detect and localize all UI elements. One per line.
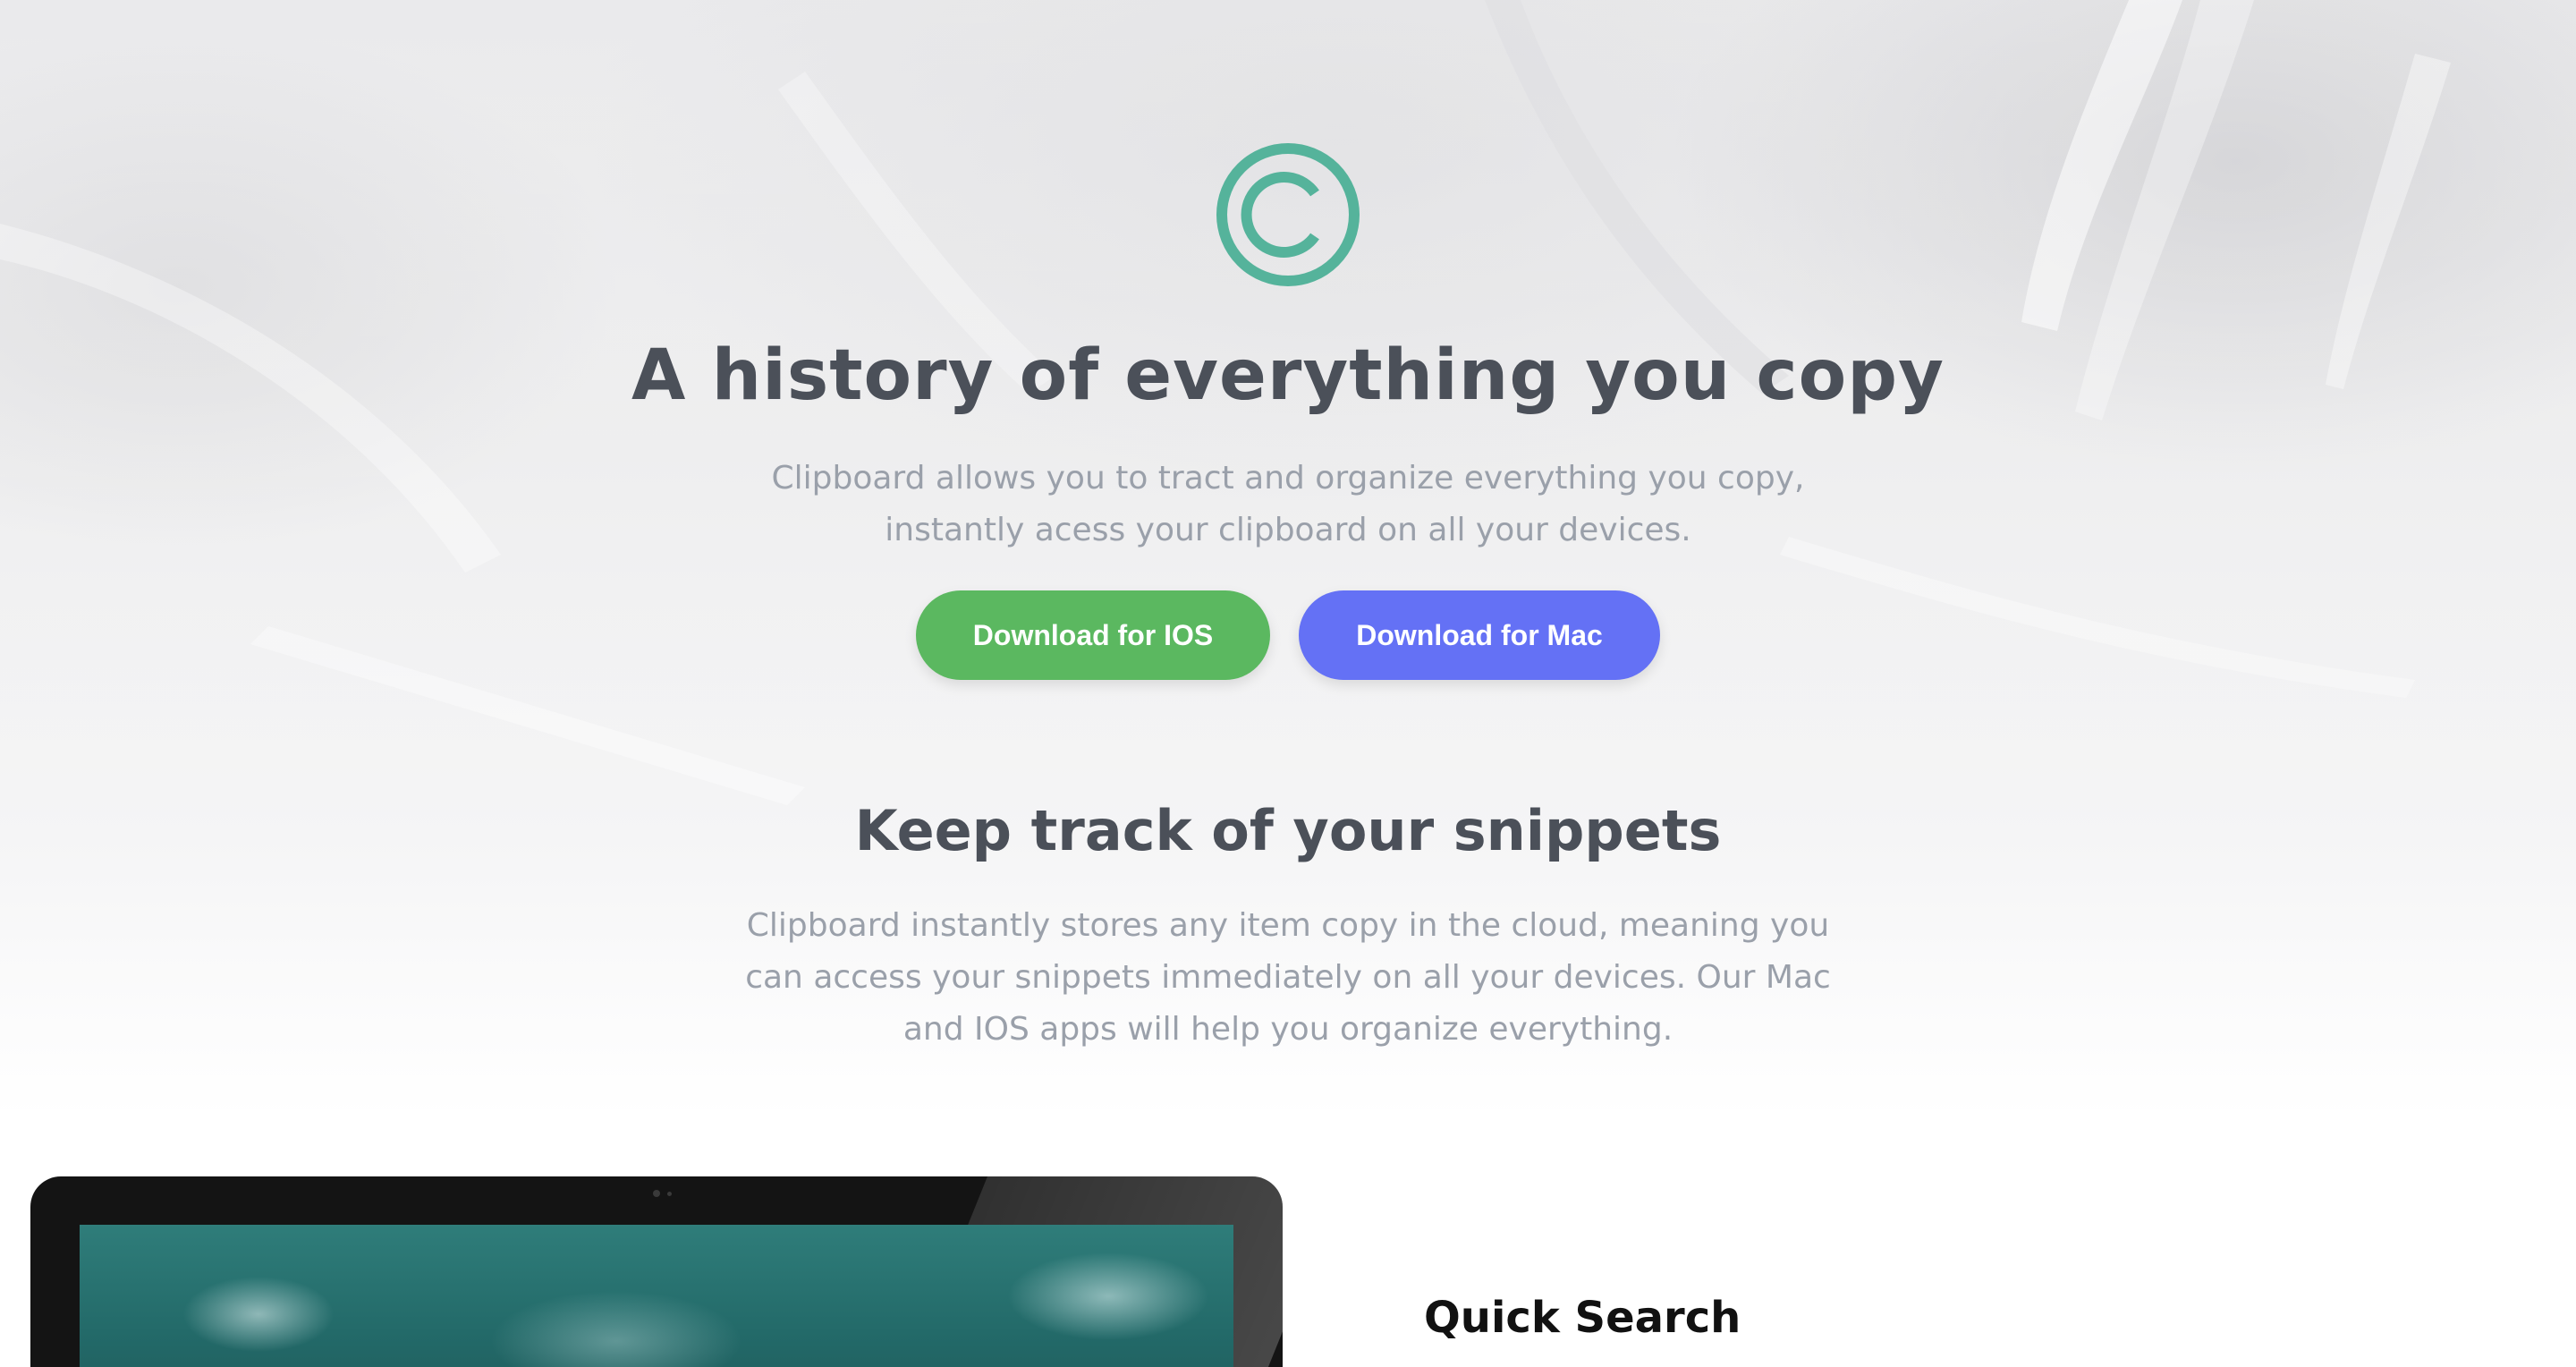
- sensor-dot: [667, 1192, 672, 1196]
- download-mac-button[interactable]: Download for Mac: [1299, 590, 1660, 680]
- hero-title: A history of everything you copy: [631, 335, 1945, 416]
- camera-icon: [653, 1190, 660, 1197]
- desktop-device-mockup: [30, 1176, 1283, 1367]
- snippets-title: Keep track of your snippets: [854, 798, 1722, 863]
- device-screen-ocean-image: [80, 1225, 1233, 1367]
- copyright-c-logo-icon: [1215, 141, 1361, 288]
- download-ios-button[interactable]: Download for IOS: [916, 590, 1270, 680]
- landing-page: A history of everything you copy Clipboa…: [0, 0, 2576, 1367]
- feature-title-quick-search: Quick Search: [1424, 1293, 1741, 1343]
- hero-subtitle: Clipboard allows you to tract and organi…: [771, 460, 1805, 548]
- snippets-body: Clipboard instantly stores any item copy…: [745, 907, 1831, 1048]
